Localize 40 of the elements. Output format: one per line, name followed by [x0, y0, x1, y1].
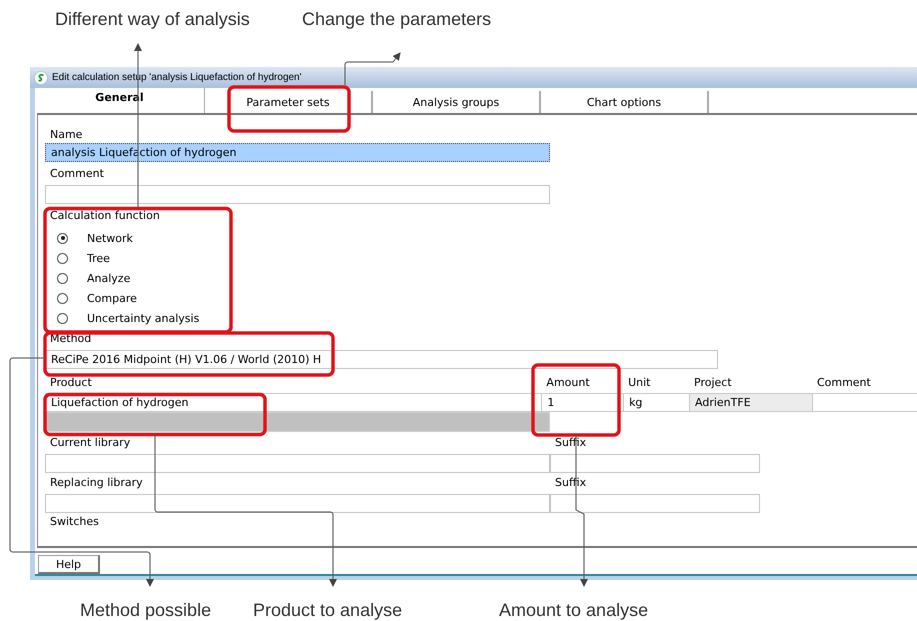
radio-button[interactable]	[57, 232, 68, 244]
radio-button[interactable]	[57, 252, 68, 264]
suffix-field[interactable]	[550, 454, 760, 473]
radio-label: Tree	[87, 252, 110, 264]
radio-label: Analyze	[87, 272, 130, 284]
callout-label: Product to analyse	[253, 599, 404, 621]
radio-button[interactable]	[57, 312, 68, 324]
column-header: Unit	[627, 375, 652, 391]
callout-label: Different way of analysis	[55, 8, 251, 31]
column-header: Comment	[816, 375, 872, 391]
field-label: Comment	[49, 166, 104, 182]
radio-button[interactable]	[57, 292, 68, 304]
field-label: Method	[49, 331, 92, 347]
field-label: Current library	[49, 435, 132, 451]
callout-label: Method possible	[80, 599, 212, 621]
callout-label: Change the parameters	[302, 8, 492, 31]
field-label: Calculation function	[49, 208, 160, 224]
leader-arrow	[344, 52, 401, 86]
field-label: Switches	[49, 514, 99, 530]
table-cell[interactable]: 1	[541, 393, 624, 412]
radio-button[interactable]	[57, 272, 68, 284]
radio-label: Uncertainty analysis	[87, 312, 200, 324]
callout-label: Amount to analyse	[499, 599, 648, 621]
help-button[interactable]: Help	[38, 555, 100, 574]
method-field[interactable]: ReCiPe 2016 Midpoint (H) V1.06 / World (2010) H	[45, 350, 718, 369]
comment-field[interactable]	[45, 185, 550, 204]
library-field[interactable]	[45, 454, 550, 473]
table-cell[interactable]: AdrienTFE	[689, 393, 812, 412]
column-header: Amount	[545, 375, 591, 391]
field-label: Name	[49, 127, 82, 143]
library-field[interactable]	[45, 494, 550, 513]
suffix-field[interactable]	[550, 494, 760, 513]
radio-label: Network	[87, 232, 133, 244]
field-label: Replacing library	[49, 475, 144, 491]
column-header: Project	[693, 375, 733, 391]
app-icon	[34, 70, 48, 84]
table-cell[interactable]	[812, 393, 917, 412]
column-header: Product	[49, 375, 93, 391]
radio-label: Compare	[87, 292, 137, 304]
table-cell[interactable]: kg	[623, 393, 690, 412]
